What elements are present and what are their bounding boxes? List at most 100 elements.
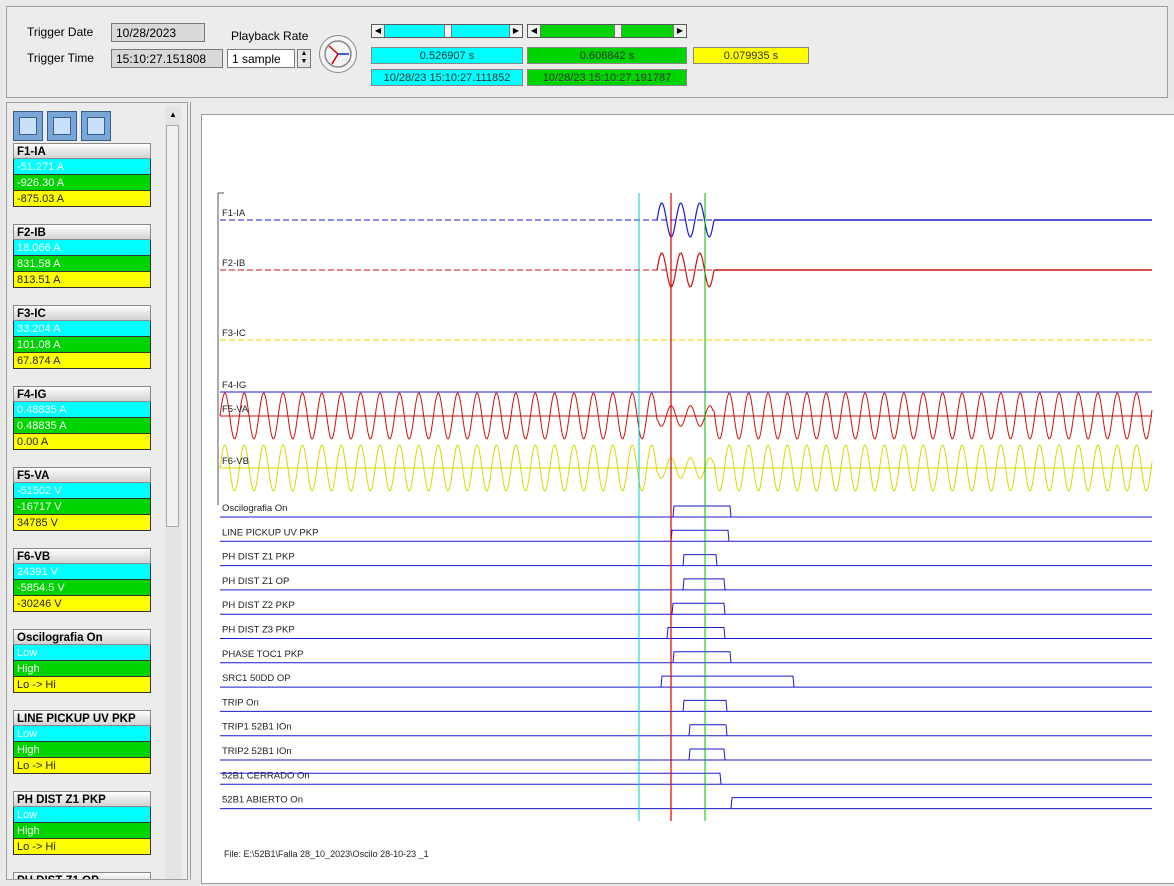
cursor1-scroll-thumb[interactable]: [444, 25, 452, 37]
channel-value: -51502 V: [13, 483, 151, 499]
cursor2-scrollbar[interactable]: ◀ ▶: [527, 24, 687, 38]
digital-pulse: [672, 651, 732, 663]
digital-channel-label: TRIP2 52B1 IOn: [222, 746, 292, 757]
channel-value: Low: [13, 645, 151, 661]
channel-group-header[interactable]: F2-IB: [13, 224, 151, 240]
trigger-date-label: Trigger Date: [27, 25, 94, 39]
header-panel: Trigger Date 10/28/2023 Trigger Time 15:…: [6, 6, 1168, 98]
analog-channel-label: F5-VA: [222, 404, 249, 415]
channel-value: -30246 V: [13, 596, 151, 612]
channel-group: LINE PICKUP UV PKP Low High Lo -> Hi: [13, 710, 151, 774]
digital-pulse: [666, 627, 726, 639]
layers-icon[interactable]: [81, 111, 111, 141]
sidebar-scroll-thumb[interactable]: [166, 125, 179, 527]
channel-value: -5854.5 V: [13, 580, 151, 596]
waveform-plot[interactable]: F1-IA F2-IB F3-IC F4-IG F5-VA F6-VB Oscilograf…: [201, 114, 1174, 884]
channel-value: -926.30 A: [13, 175, 151, 191]
digital-channel-label: PH DIST Z1 OP: [222, 576, 289, 587]
channel-sidebar: ▲ F1-IA -51.271 A -926.30 A -875.03 A F2-IB 1…: [6, 102, 188, 880]
channel-group: F4-IG 0.48835 A 0.48835 A 0.00 A: [13, 386, 151, 450]
channel-value: 24391 V: [13, 564, 151, 580]
sidebar-scrollbar[interactable]: ▲: [165, 107, 181, 879]
channel-value: 0.48835 A: [13, 418, 151, 434]
digital-pulse: [660, 675, 795, 688]
channel-x2-icon[interactable]: [47, 111, 77, 141]
digital-channel-label: TRIP1 52B1 IOn: [222, 722, 292, 733]
channel-group: F5-VA -51502 V -16717 V 34785 V: [13, 467, 151, 531]
channel-group-header[interactable]: F4-IG: [13, 386, 151, 402]
delta-time: 0.079935 s: [693, 47, 809, 64]
cursor2-time: 0.606842 s: [527, 47, 687, 64]
digital-channel-label: 52B1 ABIERTO On: [222, 795, 303, 806]
analog-channel-label: F3-IC: [222, 328, 246, 339]
digital-pulse: [670, 529, 730, 542]
channel-value: 813.51 A: [13, 272, 151, 288]
digital-channel-label: LINE PICKUP UV PKP: [222, 527, 318, 538]
trigger-time-field: 15:10:27.151808: [111, 49, 223, 68]
channel-x-icon[interactable]: [13, 111, 43, 141]
digital-pulse: [682, 554, 718, 566]
trigger-time-label: Trigger Time: [27, 51, 94, 65]
digital-pulse: [671, 602, 726, 615]
channel-group: F3-IC 33.204 A 101.08 A 67.874 A: [13, 305, 151, 369]
trigger-date-field: 10/28/2023: [111, 23, 205, 42]
channel-value: 34785 V: [13, 515, 151, 531]
waveform-canvas[interactable]: F1-IA F2-IB F3-IC F4-IG F5-VA F6-VB Oscilograf…: [202, 115, 1174, 883]
channel-value: 101.08 A: [13, 337, 151, 353]
cursor1-right-arrow-icon[interactable]: ▶: [509, 25, 522, 37]
digital-pulse: [688, 748, 726, 761]
playback-dial-button[interactable]: [319, 35, 357, 73]
channel-value: High: [13, 823, 151, 839]
cursor1-time: 0.526907 s: [371, 47, 523, 64]
channel-group: F6-VB 24391 V -5854.5 V -30246 V: [13, 548, 151, 612]
channel-value: 33.204 A: [13, 321, 151, 337]
channel-group-header[interactable]: Oscilografia On: [13, 629, 151, 645]
cursor2-timestamp: 10/28/23 15:10:27.191787: [527, 69, 687, 86]
digital-channel-label: PH DIST Z2 PKP: [222, 600, 295, 611]
channel-value: -16717 V: [13, 499, 151, 515]
channel-value: -51.271 A: [13, 159, 151, 175]
digital-channel-label: PHASE TOC1 PKP: [222, 649, 304, 660]
file-path-label: File: E:\52B1\Falla 28_10_2023\Oscilo 28…: [224, 849, 429, 859]
channel-group-header[interactable]: F6-VB: [13, 548, 151, 564]
playback-rate-input[interactable]: 1 sample: [227, 49, 295, 68]
playback-rate-stepper[interactable]: ▲ ▼: [297, 49, 311, 68]
cursor2-scroll-thumb[interactable]: [614, 25, 622, 37]
channel-group-header[interactable]: PH DIST Z1 OP: [13, 872, 151, 879]
cursor2-right-arrow-icon[interactable]: ▶: [673, 25, 686, 37]
analog-channel-label: F4-IG: [222, 380, 246, 391]
digital-channel-label: Oscilografia On: [222, 503, 287, 514]
cursor2-left-arrow-icon[interactable]: ◀: [528, 25, 541, 37]
channel-group-header[interactable]: PH DIST Z1 PKP: [13, 791, 151, 807]
digital-channel-label: SRC1 50DD OP: [222, 673, 291, 684]
channel-value: 831.58 A: [13, 256, 151, 272]
cursor1-left-arrow-icon[interactable]: ◀: [372, 25, 385, 37]
channel-value: Lo -> Hi: [13, 839, 151, 855]
channel-group: F2-IB 18.066 A 831.58 A 813.51 A: [13, 224, 151, 288]
digital-channel-label: PH DIST Z1 PKP: [222, 552, 295, 563]
digital-channel-label: 52B1 CERRADO On: [222, 770, 310, 781]
analog-channel-label: F6-VB: [222, 456, 249, 467]
channel-value: 67.874 A: [13, 353, 151, 369]
channel-group-header[interactable]: F3-IC: [13, 305, 151, 321]
analog-channel-label: F1-IA: [222, 208, 246, 219]
abierto-signal: [730, 797, 1152, 809]
channel-value: 0.48835 A: [13, 402, 151, 418]
channel-value: High: [13, 742, 151, 758]
channel-group-header[interactable]: LINE PICKUP UV PKP: [13, 710, 151, 726]
channel-group-header[interactable]: F1-IA: [13, 143, 151, 159]
digital-pulse: [672, 505, 732, 518]
channel-value: 0.00 A: [13, 434, 151, 450]
digital-pulse: [682, 578, 726, 590]
channel-value: 18.066 A: [13, 240, 151, 256]
scroll-up-icon[interactable]: ▲: [165, 107, 181, 123]
playback-rate-label: Playback Rate: [231, 29, 309, 43]
channel-group: PH DIST Z1 OP: [13, 872, 151, 879]
analog-channel-label: F2-IB: [222, 258, 245, 269]
channel-group-header[interactable]: F5-VA: [13, 467, 151, 483]
digital-channel-label: TRIP On: [222, 697, 259, 708]
channel-group: F1-IA -51.271 A -926.30 A -875.03 A: [13, 143, 151, 207]
channel-value: Lo -> Hi: [13, 758, 151, 774]
cursor1-scrollbar[interactable]: ◀ ▶: [371, 24, 523, 38]
cursor1-timestamp: 10/28/23 15:10:27.111852: [371, 69, 523, 86]
